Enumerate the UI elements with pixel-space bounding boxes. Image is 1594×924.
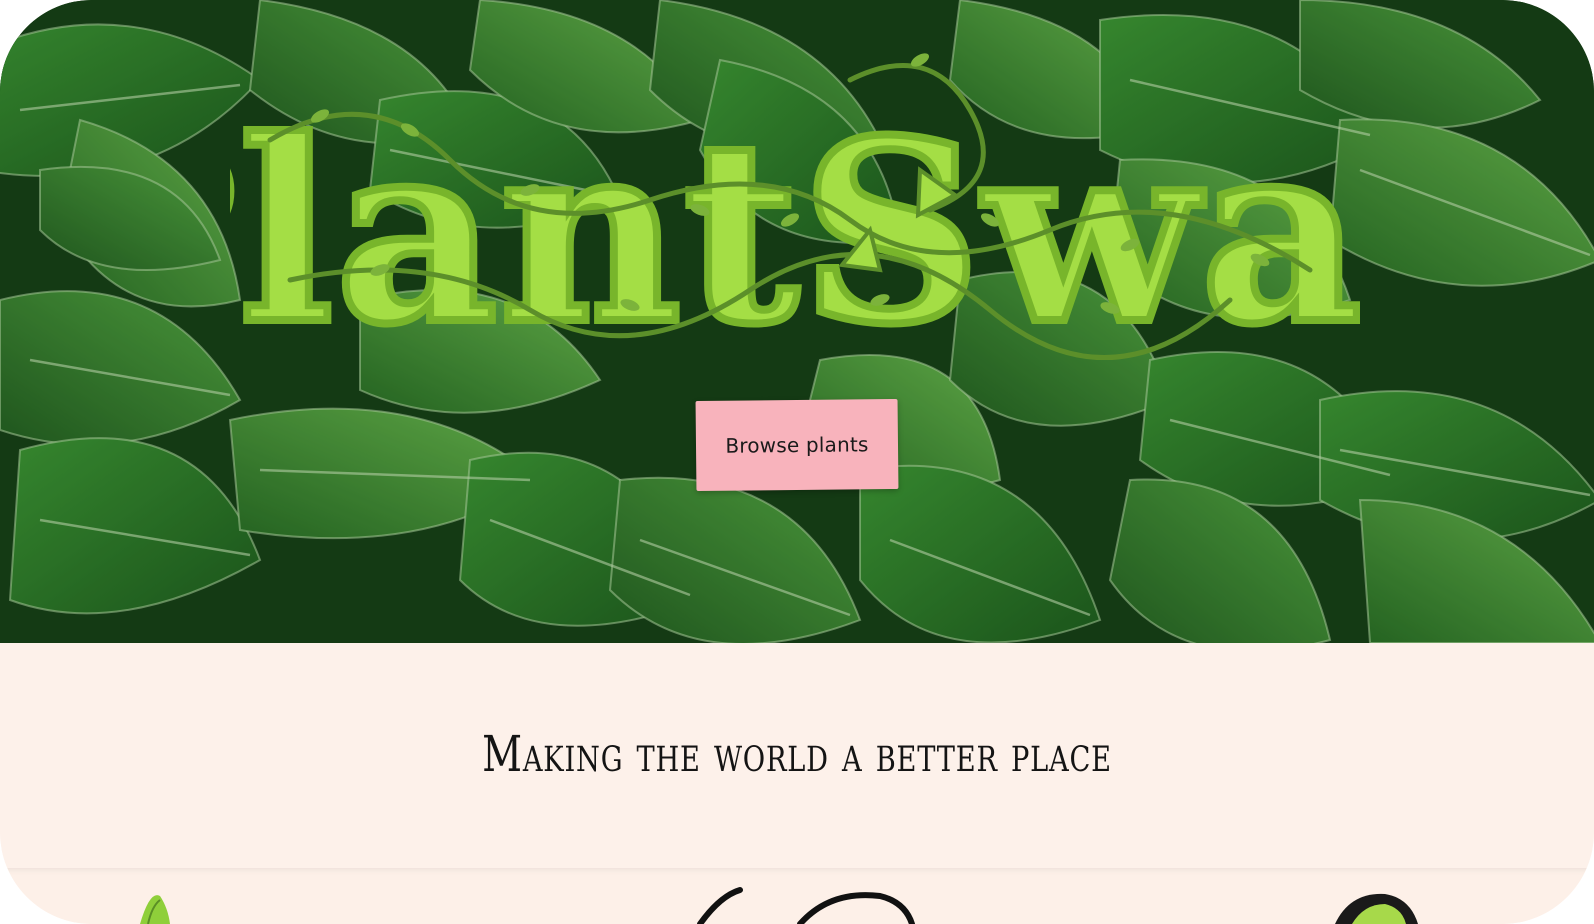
next-section-illustrations bbox=[140, 887, 1418, 924]
tagline-section: Making the world a better place bbox=[0, 643, 1594, 868]
browse-plants-button[interactable]: Browse plants bbox=[695, 398, 899, 492]
plant-pot-illustration-icon bbox=[1335, 893, 1418, 924]
plantswap-logo: PlantSwap bbox=[230, 53, 1360, 360]
page-frame: PlantSwap bbox=[0, 0, 1594, 924]
hero-section: PlantSwap bbox=[0, 0, 1594, 643]
next-section-peek bbox=[0, 868, 1594, 924]
tagline-heading: Making the world a better place bbox=[482, 725, 1112, 783]
leaf-illustration-icon bbox=[140, 895, 170, 924]
doodle-illustration-icon bbox=[697, 887, 915, 924]
